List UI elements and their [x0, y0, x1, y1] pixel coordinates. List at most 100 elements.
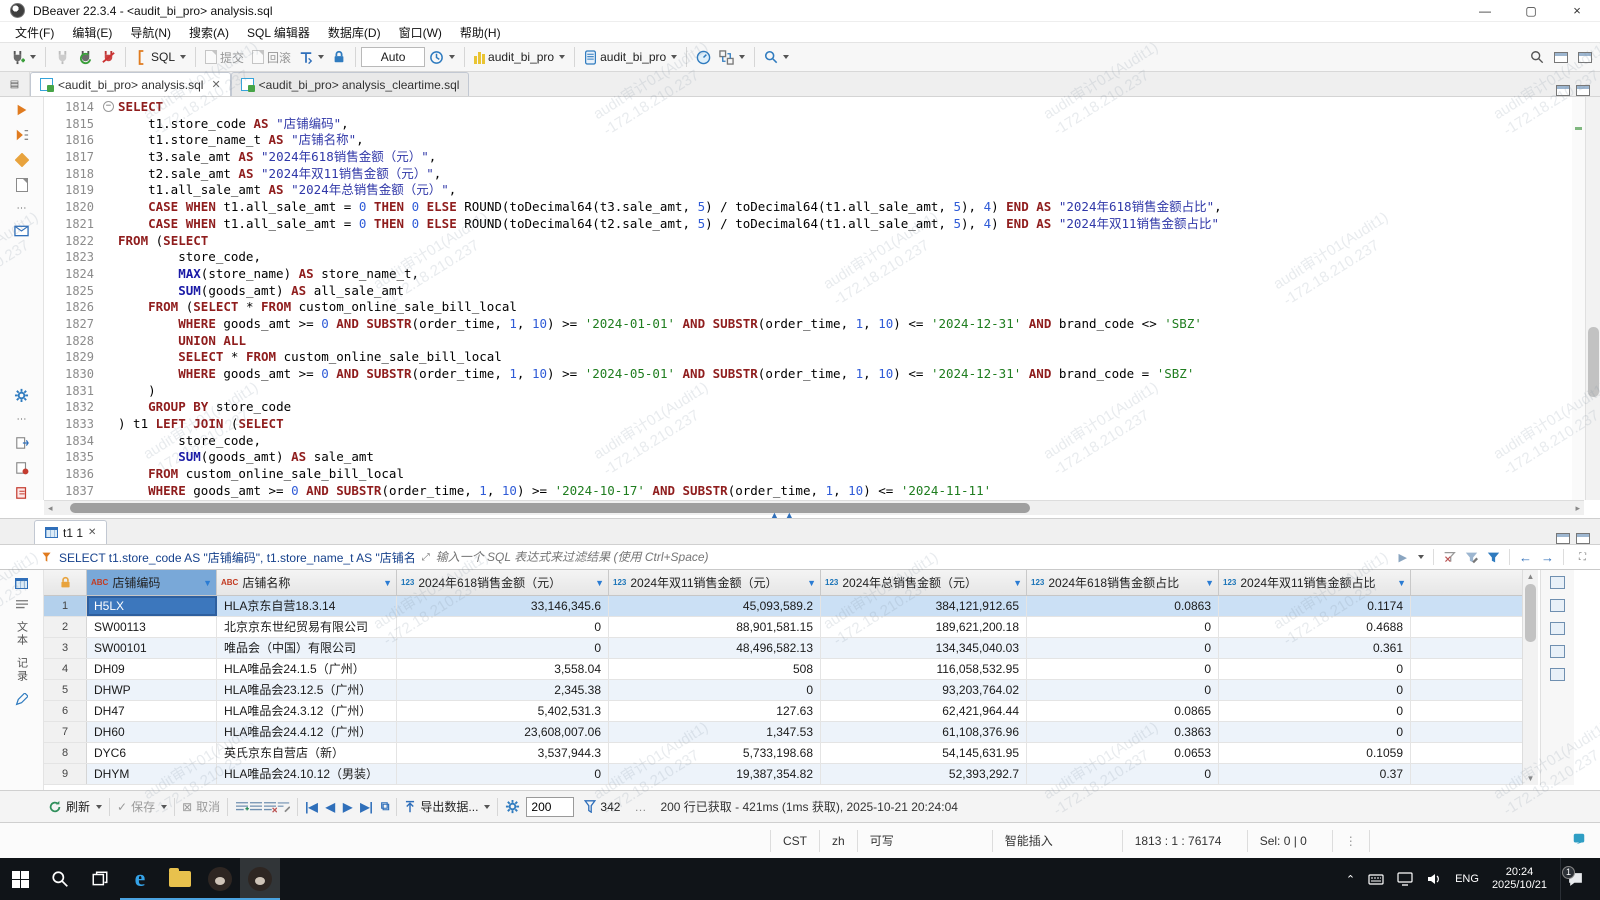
- export-result-icon[interactable]: [15, 436, 29, 450]
- fetch-page-button[interactable]: ⧉: [381, 799, 390, 814]
- grid-cell[interactable]: 0: [1219, 701, 1411, 721]
- menu-item[interactable]: 导航(N): [121, 22, 180, 43]
- references-panel-icon[interactable]: [1550, 622, 1565, 635]
- grid-cell[interactable]: DYC6: [87, 743, 217, 763]
- grid-cell[interactable]: 0: [609, 680, 821, 700]
- grid-cell[interactable]: 3,558.04: [397, 659, 609, 679]
- taskbar-clock[interactable]: 20:24 2025/10/21: [1492, 866, 1547, 892]
- metadata-panel-icon[interactable]: [1550, 599, 1565, 612]
- start-button[interactable]: [0, 858, 40, 900]
- settings-gear-icon[interactable]: [14, 388, 29, 403]
- edit-panel-icon[interactable]: [15, 693, 28, 706]
- grid-cell[interactable]: 2,345.38: [397, 680, 609, 700]
- input-language-indicator[interactable]: ENG: [1455, 873, 1479, 885]
- text-view-icon[interactable]: [15, 599, 29, 611]
- taskbar-app2-button[interactable]: [240, 858, 280, 900]
- grid-cell[interactable]: 48,496,582.13: [609, 638, 821, 658]
- grid-cell[interactable]: 5,733,198.68: [609, 743, 821, 763]
- rollback-button[interactable]: 回滚: [248, 46, 295, 69]
- grid-cell[interactable]: 唯品会（中国）有限公司: [217, 638, 397, 658]
- grid-cell[interactable]: DHYM: [87, 764, 217, 784]
- scrollbar-thumb[interactable]: [1525, 584, 1536, 642]
- maximize-results-icon[interactable]: [1576, 533, 1590, 544]
- grid-cell[interactable]: HLA唯品会24.4.12（广州）: [217, 722, 397, 742]
- grid-cell[interactable]: 1,347.53: [609, 722, 821, 742]
- grid-cell[interactable]: 52,393,292.7: [821, 764, 1027, 784]
- caret-position-indicator[interactable]: 1813 : 1 : 76174: [1122, 830, 1247, 852]
- grid-cell[interactable]: 93,203,764.02: [821, 680, 1027, 700]
- refresh-button[interactable]: 刷新: [48, 798, 102, 815]
- commit-mode-select[interactable]: Auto: [361, 47, 425, 67]
- grid-cell[interactable]: 英氏京东自营店（新）: [217, 743, 397, 763]
- chevron-down-icon[interactable]: [1418, 555, 1424, 559]
- transaction-mode-button[interactable]: [295, 47, 328, 68]
- grid-cell[interactable]: 45,093,589.2: [609, 596, 821, 616]
- grid-cell[interactable]: 0.0653: [1027, 743, 1219, 763]
- edit-filter-icon[interactable]: [1465, 551, 1478, 564]
- reconnect-button[interactable]: [74, 47, 97, 68]
- edit-value-button[interactable]: [277, 801, 290, 813]
- text-view-label[interactable]: 文本: [14, 621, 30, 647]
- grid-cell[interactable]: SW00101: [87, 638, 217, 658]
- tab-analysis-cleartime-sql[interactable]: <audit_bi_pro> analysis_cleartime.sql: [231, 72, 470, 96]
- row-number[interactable]: 2: [44, 617, 87, 637]
- column-filter-icon[interactable]: ▼: [1201, 578, 1214, 588]
- tab-analysis-sql[interactable]: <audit_bi_pro> analysis.sql ✕: [30, 72, 231, 96]
- column-header[interactable]: ABC店铺名称▼: [217, 570, 397, 595]
- grouping-panel-icon[interactable]: [1550, 668, 1565, 681]
- grid-cell[interactable]: 62,421,964.44: [821, 701, 1027, 721]
- grid-cell[interactable]: HLA唯品会24.10.12（男装）: [217, 764, 397, 784]
- fold-collapse-icon[interactable]: [102, 99, 118, 116]
- open-perspective-icon[interactable]: [1554, 52, 1568, 63]
- column-filter-icon[interactable]: ▼: [591, 578, 604, 588]
- column-filter-icon[interactable]: ▼: [1393, 578, 1406, 588]
- row-number[interactable]: 1: [44, 596, 87, 616]
- grid-cell[interactable]: 19,387,354.82: [609, 764, 821, 784]
- row-number[interactable]: 6: [44, 701, 87, 721]
- grid-cell[interactable]: DHWP: [87, 680, 217, 700]
- grid-vertical-scrollbar[interactable]: ▲ ▼: [1522, 570, 1538, 785]
- column-header[interactable]: 1232024年618销售金额（元）▼: [397, 570, 609, 595]
- open-in-editor-icon[interactable]: ⛶: [1579, 552, 1586, 563]
- touch-keyboard-icon[interactable]: [1368, 872, 1384, 886]
- menu-item[interactable]: 搜索(A): [180, 22, 238, 43]
- dashboard-button[interactable]: [692, 47, 715, 68]
- grid-cell[interactable]: DH09: [87, 659, 217, 679]
- column-header[interactable]: 1232024年总销售金额（元）▼: [821, 570, 1027, 595]
- speaker-icon[interactable]: [1426, 872, 1442, 886]
- menu-item[interactable]: 文件(F): [6, 22, 63, 43]
- delete-row-button[interactable]: [263, 801, 277, 813]
- scroll-up-icon[interactable]: ▲: [1523, 572, 1538, 581]
- save-button[interactable]: ✓保存: [117, 798, 167, 815]
- grid-cell[interactable]: 23,608,007.06: [397, 722, 609, 742]
- network-icon[interactable]: [1397, 872, 1413, 886]
- grid-cell[interactable]: 0.361: [1219, 638, 1411, 658]
- last-row-button[interactable]: ▶|: [360, 800, 373, 814]
- minimize-results-icon[interactable]: [1556, 533, 1570, 544]
- clear-filter-icon[interactable]: [1443, 551, 1456, 564]
- database-selector[interactable]: audit_bi_pro: [580, 47, 681, 68]
- taskbar-app1-button[interactable]: [200, 858, 240, 900]
- grid-cell[interactable]: 0: [1027, 764, 1219, 784]
- taskbar-explorer-button[interactable]: [160, 858, 200, 900]
- new-connection-button[interactable]: [6, 47, 40, 68]
- calc-panel-icon[interactable]: [1550, 645, 1565, 658]
- column-header[interactable]: 1232024年双11销售金额（元）▼: [609, 570, 821, 595]
- apply-filter-icon[interactable]: ▶: [1399, 551, 1407, 564]
- maximize-button[interactable]: ▢: [1508, 0, 1554, 21]
- grid-view-icon[interactable]: [15, 578, 28, 589]
- grid-cell[interactable]: 54,145,631.95: [821, 743, 1027, 763]
- connection-selector[interactable]: audit_bi_pro: [470, 47, 569, 67]
- grid-cell[interactable]: HLA唯品会23.12.5（广州）: [217, 680, 397, 700]
- connect-button[interactable]: [51, 47, 74, 68]
- grid-cell[interactable]: 127.63: [609, 701, 821, 721]
- taskbar-search-button[interactable]: [40, 858, 80, 900]
- execute-script-icon[interactable]: [15, 128, 29, 142]
- history-forward-icon[interactable]: →: [1541, 550, 1554, 565]
- lock-button[interactable]: [328, 47, 350, 67]
- scroll-right-icon[interactable]: ▸: [1575, 503, 1580, 514]
- editor-vertical-scrollbar[interactable]: [1585, 97, 1600, 500]
- grid-cell[interactable]: 0.0863: [1027, 596, 1219, 616]
- overflow-menu-icon[interactable]: …: [634, 800, 646, 814]
- close-button[interactable]: ×: [1554, 0, 1600, 21]
